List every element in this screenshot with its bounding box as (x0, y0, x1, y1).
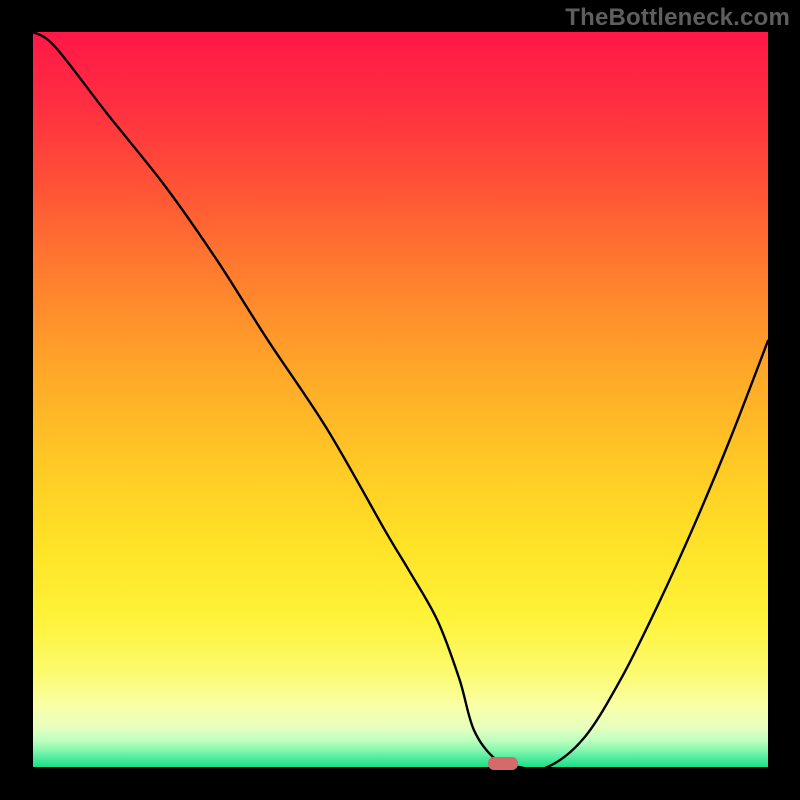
chart-frame: TheBottleneck.com (0, 0, 800, 800)
plot-area (33, 32, 768, 767)
optimal-marker (488, 757, 518, 770)
watermark-text: TheBottleneck.com (565, 4, 790, 32)
gradient-background (33, 32, 768, 767)
